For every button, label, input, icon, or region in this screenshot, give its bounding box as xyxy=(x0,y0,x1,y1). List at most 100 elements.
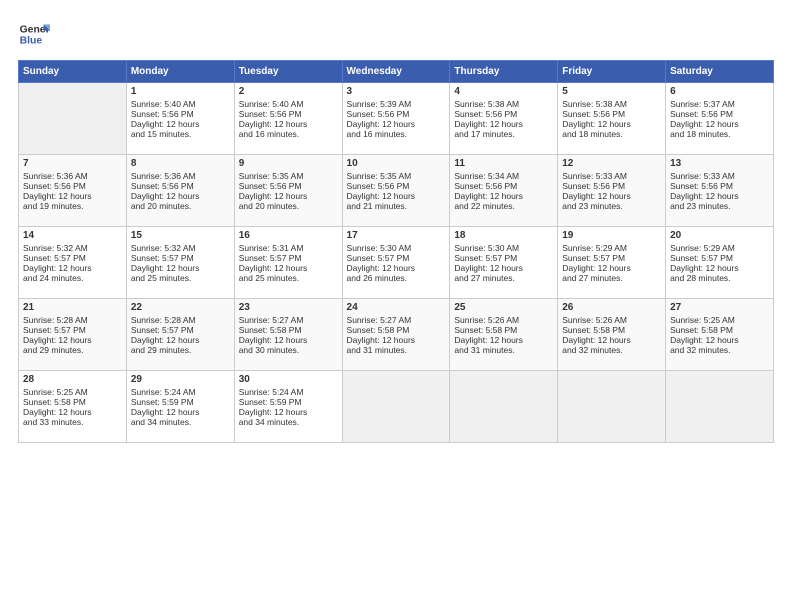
day-info-line: Sunrise: 5:36 AM xyxy=(23,171,122,181)
day-info-line: and 31 minutes. xyxy=(454,345,553,355)
header-row: SundayMondayTuesdayWednesdayThursdayFrid… xyxy=(19,61,774,83)
day-cell: 2Sunrise: 5:40 AMSunset: 5:56 PMDaylight… xyxy=(234,83,342,155)
calendar-header: SundayMondayTuesdayWednesdayThursdayFrid… xyxy=(19,61,774,83)
day-number: 9 xyxy=(239,158,338,169)
calendar-table: SundayMondayTuesdayWednesdayThursdayFrid… xyxy=(18,60,774,443)
day-cell: 5Sunrise: 5:38 AMSunset: 5:56 PMDaylight… xyxy=(558,83,666,155)
day-info-line: and 16 minutes. xyxy=(347,129,446,139)
day-cell: 29 Sunrise: 5:24 AMSunset: 5:59 PMDayligh… xyxy=(126,371,234,443)
day-number: 3 xyxy=(347,86,446,97)
day-cell: 13Sunrise: 5:33 AMSunset: 5:56 PMDayligh… xyxy=(666,155,774,227)
day-cell: 7Sunrise: 5:36 AMSunset: 5:56 PMDaylight… xyxy=(19,155,127,227)
logo-icon: General Blue xyxy=(18,18,50,50)
header-cell-sunday: Sunday xyxy=(19,61,127,83)
day-number: 26 xyxy=(562,302,661,313)
day-info-line: Sunrise: 5:38 AM xyxy=(562,99,661,109)
day-info-line: Sunset: 5:56 PM xyxy=(347,181,446,191)
day-number: 22 xyxy=(131,302,230,313)
day-info-line: Sunset: 5:57 PM xyxy=(131,325,230,335)
day-info-line: Daylight: 12 hours xyxy=(239,119,338,129)
day-info-line: Daylight: 12 hours xyxy=(23,263,122,273)
day-info-line: and 15 minutes. xyxy=(131,129,230,139)
day-cell: 30Sunrise: 5:24 AMSunset: 5:59 PMDayligh… xyxy=(234,371,342,443)
day-info-line: Sunrise: 5:26 AM xyxy=(454,315,553,325)
day-cell xyxy=(19,83,127,155)
day-number: 28 xyxy=(23,374,122,385)
day-number: 6 xyxy=(670,86,769,97)
day-cell xyxy=(558,371,666,443)
day-info-line: Sunset: 5:58 PM xyxy=(23,397,122,407)
day-info-line: Sunset: 5:56 PM xyxy=(239,181,338,191)
day-cell: 10Sunrise: 5:35 AMSunset: 5:56 PMDayligh… xyxy=(342,155,450,227)
day-number: 29 xyxy=(131,374,230,385)
day-info-line: Sunset: 5:57 PM xyxy=(562,253,661,263)
day-info-line: Sunrise: 5:30 AM xyxy=(347,243,446,253)
day-info-line: Sunset: 5:59 PM xyxy=(131,397,230,407)
day-info-line: and 34 minutes. xyxy=(131,417,230,427)
header-cell-monday: Monday xyxy=(126,61,234,83)
day-info-line: and 27 minutes. xyxy=(454,273,553,283)
day-info-line: Daylight: 12 hours xyxy=(347,263,446,273)
day-number: 30 xyxy=(239,374,338,385)
day-info-line: Sunrise: 5:35 AM xyxy=(239,171,338,181)
day-cell: 4Sunrise: 5:38 AMSunset: 5:56 PMDaylight… xyxy=(450,83,558,155)
day-info-line: and 30 minutes. xyxy=(239,345,338,355)
day-number: 8 xyxy=(131,158,230,169)
day-cell: 19Sunrise: 5:29 AMSunset: 5:57 PMDayligh… xyxy=(558,227,666,299)
day-info-line: Sunrise: 5:27 AM xyxy=(347,315,446,325)
day-info-line: Sunset: 5:56 PM xyxy=(131,109,230,119)
day-info-line: Sunrise: 5:40 AM xyxy=(131,99,230,109)
day-info-line: and 23 minutes. xyxy=(562,201,661,211)
day-number: 13 xyxy=(670,158,769,169)
day-info-line: and 25 minutes. xyxy=(131,273,230,283)
day-info-line: and 18 minutes. xyxy=(562,129,661,139)
day-info-line: and 29 minutes. xyxy=(131,345,230,355)
day-info-line: Daylight: 12 hours xyxy=(670,191,769,201)
day-number: 23 xyxy=(239,302,338,313)
day-info-line: Daylight: 12 hours xyxy=(562,119,661,129)
day-info-line: Daylight: 12 hours xyxy=(239,191,338,201)
day-info-line: Sunset: 5:58 PM xyxy=(670,325,769,335)
day-info-line: and 20 minutes. xyxy=(239,201,338,211)
day-info-line: and 18 minutes. xyxy=(670,129,769,139)
day-info-line: Sunset: 5:56 PM xyxy=(347,109,446,119)
calendar-body: 1Sunrise: 5:40 AMSunset: 5:56 PMDaylight… xyxy=(19,83,774,443)
day-number: 2 xyxy=(239,86,338,97)
day-cell: 14Sunrise: 5:32 AMSunset: 5:57 PMDayligh… xyxy=(19,227,127,299)
day-info-line: Sunrise: 5:40 AM xyxy=(239,99,338,109)
day-info-line: Daylight: 12 hours xyxy=(347,191,446,201)
day-info-line: Sunrise: 5:32 AM xyxy=(131,243,230,253)
day-info-line: and 23 minutes. xyxy=(670,201,769,211)
header: General Blue xyxy=(18,18,774,50)
day-info-line: Sunrise: 5:24 AM xyxy=(131,387,230,397)
day-info-line: and 24 minutes. xyxy=(23,273,122,283)
day-info-line: Daylight: 12 hours xyxy=(239,407,338,417)
day-cell: 27Sunrise: 5:25 AMSunset: 5:58 PMDayligh… xyxy=(666,299,774,371)
day-info-line: and 28 minutes. xyxy=(670,273,769,283)
day-info-line: and 26 minutes. xyxy=(347,273,446,283)
day-cell: 28Sunrise: 5:25 AMSunset: 5:58 PMDayligh… xyxy=(19,371,127,443)
day-info-line: Sunrise: 5:26 AM xyxy=(562,315,661,325)
day-info-line: Sunrise: 5:28 AM xyxy=(131,315,230,325)
day-cell xyxy=(666,371,774,443)
day-info-line: and 33 minutes. xyxy=(23,417,122,427)
day-number: 20 xyxy=(670,230,769,241)
day-info-line: Sunset: 5:58 PM xyxy=(562,325,661,335)
week-row-5: 28Sunrise: 5:25 AMSunset: 5:58 PMDayligh… xyxy=(19,371,774,443)
day-info-line: Daylight: 12 hours xyxy=(670,263,769,273)
day-info-line: Daylight: 12 hours xyxy=(131,407,230,417)
day-number: 16 xyxy=(239,230,338,241)
day-info-line: Sunset: 5:57 PM xyxy=(347,253,446,263)
day-cell: 6Sunrise: 5:37 AMSunset: 5:56 PMDaylight… xyxy=(666,83,774,155)
day-number: 21 xyxy=(23,302,122,313)
day-info-line: Sunrise: 5:28 AM xyxy=(23,315,122,325)
day-info-line: Sunrise: 5:29 AM xyxy=(562,243,661,253)
day-info-line: and 25 minutes. xyxy=(239,273,338,283)
day-info-line: and 20 minutes. xyxy=(131,201,230,211)
day-info-line: Sunrise: 5:36 AM xyxy=(131,171,230,181)
day-info-line: Sunset: 5:57 PM xyxy=(670,253,769,263)
day-cell: 22Sunrise: 5:28 AMSunset: 5:57 PMDayligh… xyxy=(126,299,234,371)
day-info-line: Daylight: 12 hours xyxy=(454,119,553,129)
day-number: 5 xyxy=(562,86,661,97)
day-cell: 20Sunrise: 5:29 AMSunset: 5:57 PMDayligh… xyxy=(666,227,774,299)
